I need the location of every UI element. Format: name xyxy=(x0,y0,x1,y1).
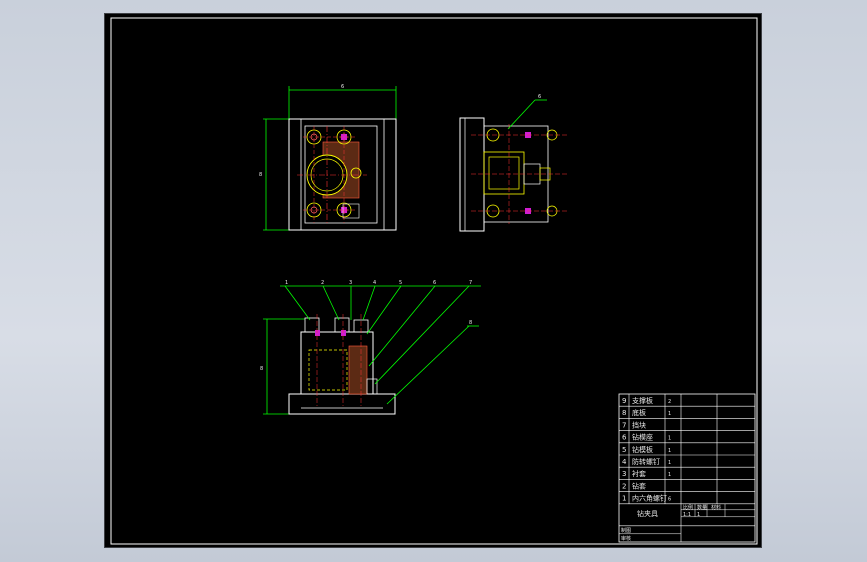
part-number: 7 xyxy=(622,421,626,429)
top-view: 6 8 xyxy=(259,84,397,231)
part-name: 钻模板 xyxy=(632,445,653,454)
front-balloon-4: 4 xyxy=(373,280,376,286)
front-balloon-5: 5 xyxy=(399,280,402,286)
drawing-canvas: 6 8 6 8 1 2 3 4 5 6 7 8 9 支撑板 28 底板 17 挡… xyxy=(110,17,758,545)
part-qty: 1 xyxy=(668,411,671,417)
part-name: 衬套 xyxy=(632,469,646,478)
part-name: 挡块 xyxy=(632,420,646,429)
part-qty: 1 xyxy=(668,460,671,466)
part-number: 5 xyxy=(622,446,626,454)
part-qty: 1 xyxy=(668,472,671,478)
title-row-value: 1 xyxy=(697,512,700,518)
front-balloon-1: 1 xyxy=(285,280,288,286)
part-name: 内六角螺钉 xyxy=(632,494,667,503)
part-name: 钻套 xyxy=(632,481,646,490)
part-number: 3 xyxy=(622,470,626,478)
title-row-value: 1:1 xyxy=(683,512,691,518)
title-col-label: 材料 xyxy=(711,504,721,511)
part-number: 2 xyxy=(622,482,626,490)
front-balloon-6: 6 xyxy=(433,280,436,286)
part-number: 9 xyxy=(622,397,626,405)
part-number: 8 xyxy=(622,409,626,417)
part-qty: 1 xyxy=(668,448,671,454)
footer-label: 审核 xyxy=(621,535,631,542)
side-leader xyxy=(507,99,536,130)
part-name: 底板 xyxy=(632,408,646,417)
drawing-title: 钻夹具 xyxy=(637,509,658,518)
top-width-dim-text: 6 xyxy=(341,84,344,90)
front-balloon-7: 7 xyxy=(469,280,472,286)
title-block: 9 支撑板 2 8 底板 1 7 挡块 6 钻模座 1 5 钻模板 1 4 防转螺钉 1 3 衬套 1 2 钻套 1 内六角螺… xyxy=(618,393,756,543)
part-qty: 2 xyxy=(668,399,671,405)
front-height-dim-text: 8 xyxy=(260,366,263,372)
part-number: 1 xyxy=(622,495,626,503)
side-balloon-label: 6 xyxy=(538,94,541,100)
title-col-label: 比例 xyxy=(683,504,693,511)
footer-label: 制图 xyxy=(621,527,631,534)
part-number: 6 xyxy=(622,434,627,442)
top-height-dim-text: 8 xyxy=(259,172,262,178)
part-number: 4 xyxy=(622,458,627,466)
part-name: 防转螺钉 xyxy=(632,457,660,466)
front-view: 8 1 2 3 4 5 6 7 8 xyxy=(260,280,481,415)
part-name: 支撑板 xyxy=(632,396,653,405)
side-view: 6 xyxy=(459,94,567,232)
cad-drawing-viewport[interactable]: 6 8 6 8 1 2 3 4 5 6 7 8 9 支撑板 2 8 底板 1 7… xyxy=(104,13,762,548)
part-qty: 6 xyxy=(668,497,671,503)
front-balloon-3: 3 xyxy=(349,280,352,286)
part-qty: 1 xyxy=(668,436,671,442)
title-col-label: 数量 xyxy=(697,504,707,511)
part-name: 钻模座 xyxy=(632,433,653,442)
front-balloon-2: 2 xyxy=(321,280,324,286)
front-balloon-8: 8 xyxy=(469,320,472,326)
